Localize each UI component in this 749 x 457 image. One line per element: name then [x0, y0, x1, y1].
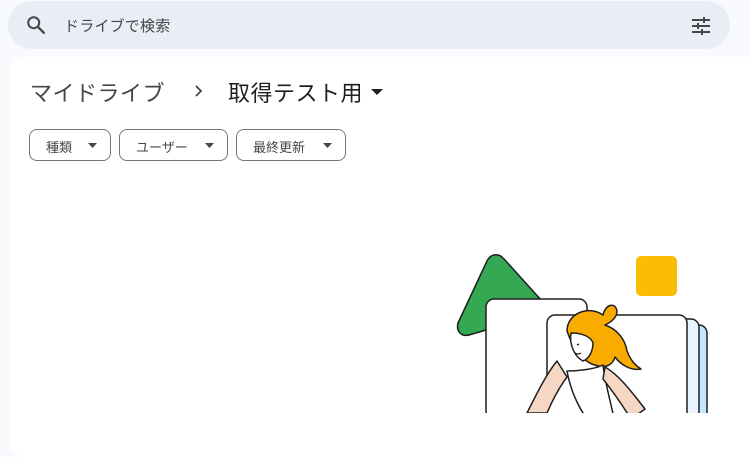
empty-folder-illustration [456, 254, 708, 413]
arrow-drop-down-icon [205, 143, 214, 148]
search-input[interactable]: ドライブで検索 [64, 15, 170, 36]
arrow-drop-down-icon [323, 143, 332, 148]
breadcrumb: マイドライブ [30, 77, 165, 107]
filter-chip-modified-label: 最終更新 [253, 141, 306, 156]
filter-chip-people[interactable]: ユーザー [119, 129, 228, 161]
chevron-right-icon [195, 85, 203, 97]
filter-chip-people-label: ユーザー [136, 141, 188, 156]
search-icon[interactable] [25, 14, 47, 36]
arrow-drop-down-icon [371, 89, 384, 95]
breadcrumb-current-label: 取得テスト用 [228, 82, 364, 107]
search-bar[interactable]: ドライブで検索 [8, 1, 730, 49]
arrow-drop-down-icon [88, 143, 97, 148]
breadcrumb-current-folder[interactable]: 取得テスト用 [228, 77, 384, 107]
tune-icon[interactable] [689, 14, 713, 38]
breadcrumb-root[interactable]: マイドライブ [30, 76, 165, 108]
filter-chip-type-label: 種類 [46, 141, 73, 156]
filter-chip-modified[interactable]: 最終更新 [236, 129, 346, 161]
main-panel: マイドライブ 取得テスト用 種類 ユーザー 最終更新 [9, 57, 749, 457]
filter-chip-type[interactable]: 種類 [29, 129, 111, 161]
